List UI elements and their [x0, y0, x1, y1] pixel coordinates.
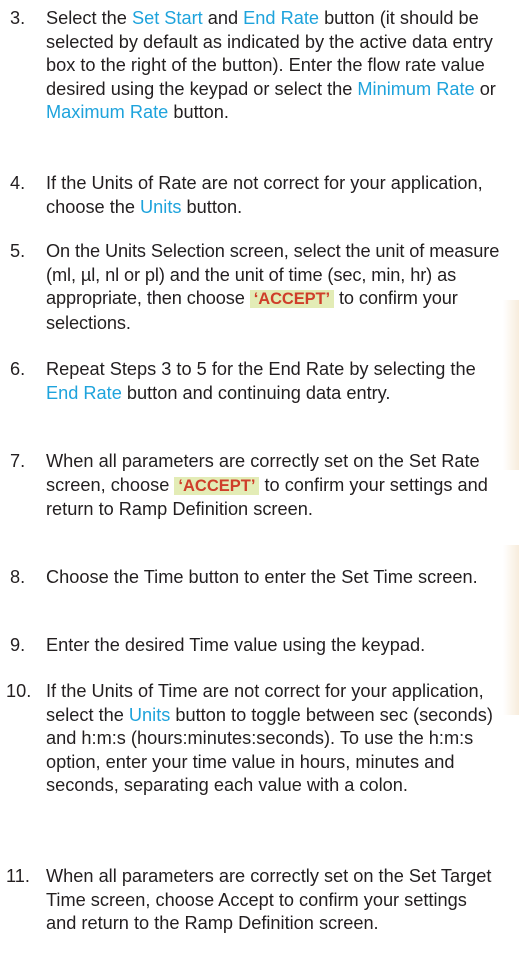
- end-rate-link[interactable]: End Rate: [243, 8, 319, 28]
- step-number: 9.: [10, 635, 26, 655]
- step-text: If the Units of Time are not correct for…: [46, 681, 493, 796]
- set-start-link[interactable]: Set Start: [132, 8, 203, 28]
- step-number: 6.: [10, 359, 26, 379]
- accept-highlight: ‘ACCEPT’: [249, 290, 334, 309]
- page-edge-shadow: [503, 545, 519, 715]
- step-number: 4.: [10, 173, 26, 193]
- step-number: 11.: [6, 866, 30, 886]
- minimum-rate-link[interactable]: Minimum Rate: [357, 79, 474, 99]
- step-text: Select the Set Start and End Rate button…: [46, 8, 496, 123]
- step-text: On the Units Selection screen, select th…: [46, 241, 500, 333]
- end-rate-link[interactable]: End Rate: [46, 383, 122, 403]
- step-text: Enter the desired Time value using the k…: [46, 635, 426, 655]
- step-text: If the Units of Rate are not correct for…: [46, 173, 483, 217]
- maximum-rate-link[interactable]: Maximum Rate: [46, 102, 168, 122]
- step-text: Choose the Time button to enter the Set …: [46, 567, 478, 587]
- step-number: 8.: [10, 567, 26, 587]
- step-number: 10.: [6, 681, 32, 701]
- step-number: 7.: [10, 451, 26, 471]
- step-text: Repeat Steps 3 to 5 for the End Rate by …: [46, 359, 476, 403]
- step-text: When all parameters are correctly set on…: [46, 451, 488, 520]
- step-number: 3.: [10, 8, 26, 28]
- step-number: 5.: [10, 241, 26, 261]
- step-text: When all parameters are correctly set on…: [46, 866, 492, 934]
- units-link[interactable]: Units: [140, 197, 181, 217]
- units-link[interactable]: Units: [129, 705, 170, 725]
- page-edge-shadow: [503, 300, 519, 470]
- accept-highlight: ‘ACCEPT’: [174, 476, 260, 495]
